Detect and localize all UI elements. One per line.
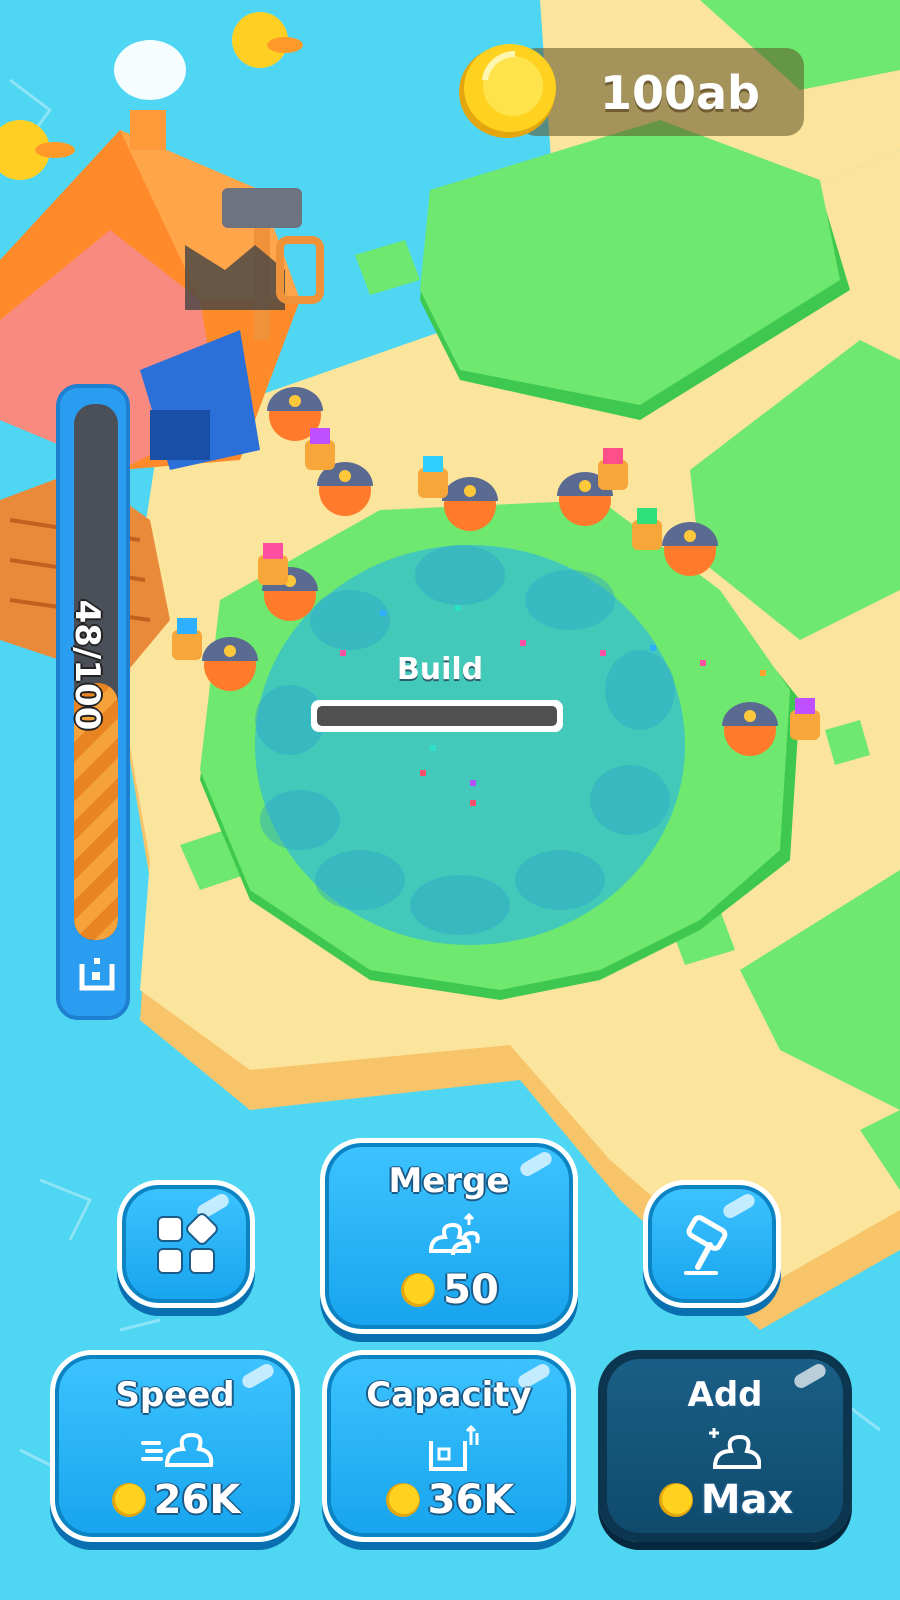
hammer-button[interactable]	[643, 1180, 781, 1308]
build-progress-bar	[311, 700, 563, 732]
capacity-meter-label: 48/100	[67, 599, 107, 731]
add-button[interactable]: Add Max	[598, 1350, 852, 1542]
capacity-button-price: 36K	[327, 1477, 571, 1523]
merge-button-title: Merge	[388, 1161, 510, 1201]
speed-button[interactable]: Speed 26K	[50, 1350, 300, 1542]
fast-duck-icon	[141, 1432, 214, 1467]
merge-ducks-icon	[428, 1212, 480, 1256]
capacity-price-value: 36K	[427, 1477, 515, 1523]
pile-icon	[79, 958, 115, 991]
gold-coin-icon	[459, 44, 556, 138]
coin-icon	[111, 1483, 146, 1517]
add-button-title: Add	[687, 1375, 763, 1415]
add-price-value: Max	[700, 1477, 794, 1523]
layout-button[interactable]	[117, 1180, 255, 1308]
capacity-meter: 48/100	[56, 384, 130, 1020]
speed-button-price: 26K	[55, 1477, 295, 1523]
hammer-icon	[684, 1215, 728, 1275]
coin-icon	[401, 1273, 436, 1307]
merge-button[interactable]: Merge 50	[320, 1138, 578, 1334]
coin-icon	[385, 1483, 420, 1517]
speed-price-value: 26K	[153, 1477, 241, 1523]
coin-icon	[658, 1483, 693, 1517]
merge-price-value: 50	[443, 1267, 499, 1313]
capacity-button[interactable]: Capacity 36K	[322, 1350, 576, 1542]
build-progress-track	[317, 706, 557, 726]
grid-icon	[157, 1213, 218, 1274]
capacity-button-title: Capacity	[366, 1375, 532, 1415]
build-label: Build	[396, 652, 484, 687]
add-duck-icon	[709, 1428, 761, 1469]
merge-button-price: 50	[325, 1267, 573, 1313]
capacity-box-icon	[429, 1424, 479, 1471]
currency-amount: 100ab	[600, 66, 760, 120]
speed-button-title: Speed	[115, 1375, 235, 1415]
add-button-price: Max	[603, 1477, 847, 1523]
